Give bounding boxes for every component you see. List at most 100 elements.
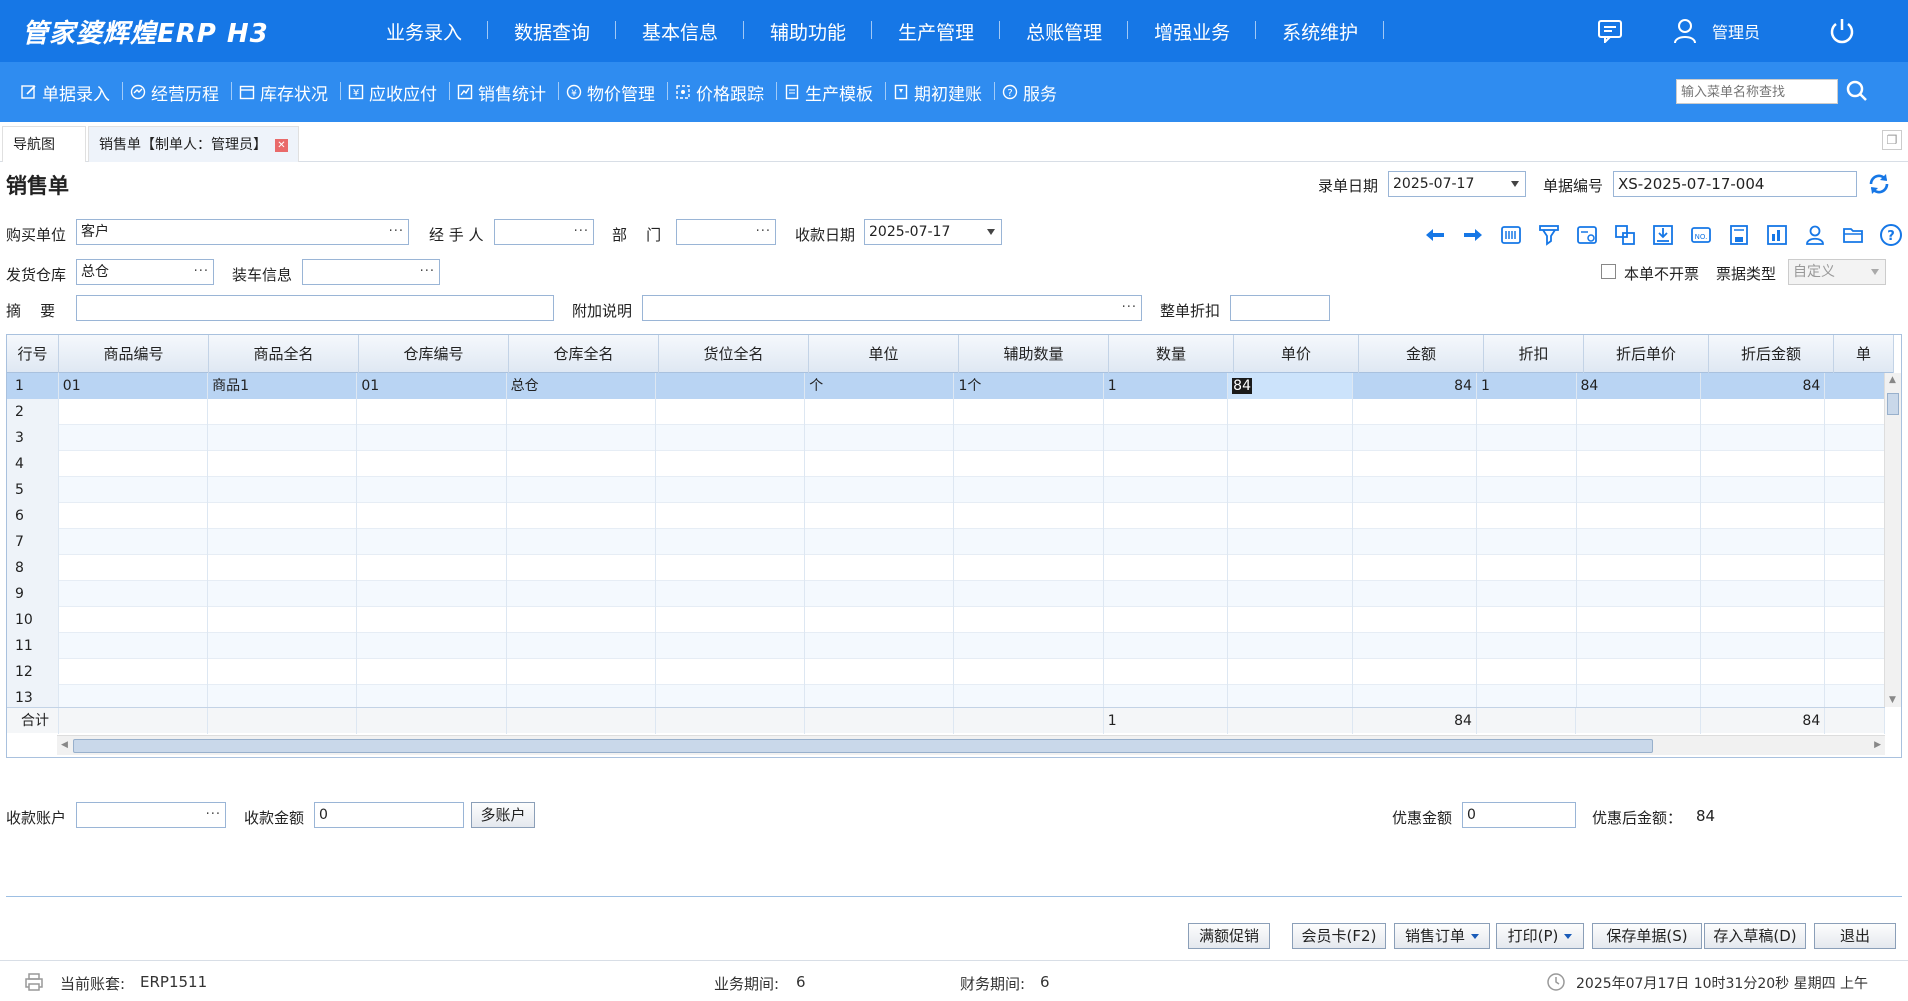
summary-field[interactable] — [76, 295, 554, 321]
barcode-icon[interactable] — [1496, 220, 1525, 249]
cell-unit-price[interactable] — [1228, 477, 1353, 503]
report-icon[interactable] — [1762, 220, 1791, 249]
quick-inventory[interactable]: 库存状况 — [232, 80, 341, 105]
copy-icon[interactable] — [1610, 220, 1639, 249]
cell-qty[interactable] — [1104, 581, 1229, 607]
extra-note-field[interactable]: ··· — [642, 295, 1142, 321]
cell-item-name[interactable] — [208, 659, 358, 685]
cell-qty[interactable] — [1104, 633, 1229, 659]
cell-item-code[interactable] — [59, 477, 209, 503]
cell-unit[interactable] — [805, 529, 955, 555]
cell-location[interactable] — [656, 555, 806, 581]
save-draft-button[interactable]: 存入草稿(D) — [1704, 923, 1806, 949]
cell-qty[interactable] — [1104, 659, 1229, 685]
cell-warehouse-name[interactable] — [507, 503, 656, 529]
member-card-button[interactable]: 会员卡(F2) — [1292, 923, 1386, 949]
cell-amount[interactable] — [1353, 555, 1477, 581]
topnav-ledger[interactable]: 总账管理 — [1000, 18, 1129, 45]
cell-more[interactable] — [1825, 529, 1886, 555]
arrow-left-icon[interactable] — [1420, 220, 1449, 249]
col-header-item-name[interactable]: 商品全名 — [209, 335, 359, 373]
cell-after-amount[interactable] — [1701, 503, 1826, 529]
cell-after-price[interactable] — [1577, 529, 1701, 555]
cell-unit[interactable] — [805, 581, 955, 607]
cell-amount[interactable] — [1353, 607, 1477, 633]
cell-discount[interactable] — [1477, 607, 1577, 633]
cell-qty[interactable] — [1104, 555, 1229, 581]
cell-amount[interactable]: 84 — [1352, 373, 1477, 399]
cell-more[interactable] — [1825, 659, 1886, 685]
cell-more[interactable] — [1825, 477, 1886, 503]
filter-icon[interactable] — [1534, 220, 1563, 249]
col-header-aux-qty[interactable]: 辅助数量 — [959, 335, 1109, 373]
user-name[interactable]: 管理员 — [1712, 19, 1760, 43]
cell-discount[interactable] — [1477, 477, 1577, 503]
quick-sales-stats[interactable]: 销售统计 — [450, 80, 559, 105]
cell-warehouse-code[interactable] — [357, 581, 507, 607]
cell-item-name[interactable] — [208, 581, 358, 607]
cell-after-amount[interactable] — [1701, 529, 1826, 555]
cell-item-name[interactable] — [208, 555, 358, 581]
quick-history[interactable]: 经营历程 — [123, 80, 232, 105]
col-header-after-price[interactable]: 折后单价 — [1584, 335, 1709, 373]
cell-unit[interactable] — [805, 399, 955, 425]
table-row[interactable]: 9 — [7, 581, 1886, 607]
arrow-right-icon[interactable] — [1458, 220, 1487, 249]
cell-amount[interactable] — [1353, 659, 1477, 685]
cell-warehouse-name[interactable] — [507, 555, 656, 581]
cell-item-name[interactable] — [208, 503, 358, 529]
table-row[interactable]: 7 — [7, 529, 1886, 555]
cell-warehouse-code[interactable] — [357, 529, 507, 555]
cell-more[interactable] — [1825, 503, 1886, 529]
cell-unit-price[interactable] — [1228, 503, 1353, 529]
more-icon[interactable]: ··· — [194, 260, 209, 284]
cell-warehouse-name[interactable] — [507, 607, 656, 633]
cell-aux-qty[interactable] — [954, 477, 1104, 503]
cell-location[interactable] — [656, 607, 806, 633]
cell-after-amount[interactable] — [1701, 581, 1826, 607]
topnav-production[interactable]: 生产管理 — [872, 18, 1001, 45]
cell-aux-qty[interactable] — [954, 555, 1104, 581]
batch-icon[interactable] — [1572, 220, 1601, 249]
cell-amount[interactable] — [1353, 529, 1477, 555]
cell-discount[interactable] — [1477, 451, 1577, 477]
cell-warehouse-name[interactable] — [507, 633, 656, 659]
person-icon[interactable] — [1800, 220, 1829, 249]
cell-qty[interactable] — [1104, 399, 1229, 425]
cell-more[interactable] — [1825, 607, 1886, 633]
horizontal-scrollbar[interactable]: ◀ ▶ — [57, 735, 1885, 755]
cell-more[interactable] — [1825, 555, 1886, 581]
cell-after-amount[interactable] — [1701, 451, 1826, 477]
cell-unit[interactable] — [805, 477, 955, 503]
cell-location[interactable] — [656, 477, 806, 503]
cell-location[interactable] — [656, 581, 806, 607]
quick-opening[interactable]: 期初建账 — [886, 80, 995, 105]
table-row[interactable]: 12 — [7, 659, 1886, 685]
cell-item-name[interactable] — [208, 477, 358, 503]
cell-warehouse-name[interactable] — [507, 529, 656, 555]
discount-amount-field[interactable]: 0 — [1462, 802, 1576, 828]
cell-warehouse-code[interactable] — [357, 607, 507, 633]
col-header-item-code[interactable]: 商品编号 — [59, 335, 209, 373]
cell-item-code[interactable] — [59, 425, 209, 451]
doc-no-field[interactable]: XS-2025-07-17-004 — [1613, 171, 1857, 197]
cell-after-price[interactable] — [1577, 555, 1701, 581]
col-header-unit[interactable]: 单位 — [809, 335, 959, 373]
cell-discount[interactable] — [1477, 425, 1577, 451]
cell-warehouse-code[interactable] — [357, 633, 507, 659]
horizontal-scroll-thumb[interactable] — [73, 739, 1653, 753]
cell-warehouse-name[interactable] — [507, 451, 656, 477]
cell-unit-price[interactable]: 84 — [1228, 373, 1353, 399]
cell-more[interactable] — [1825, 425, 1886, 451]
cell-more[interactable] — [1825, 399, 1886, 425]
whole-discount-field[interactable] — [1230, 295, 1330, 321]
cell-aux-qty[interactable] — [954, 451, 1104, 477]
vertical-scrollbar[interactable]: ▲ ▼ — [1884, 373, 1901, 707]
cell-after-price[interactable] — [1577, 425, 1701, 451]
import-icon[interactable] — [1648, 220, 1677, 249]
cell-unit-price[interactable] — [1228, 633, 1353, 659]
table-row[interactable]: 11 — [7, 633, 1886, 659]
cell-aux-qty[interactable] — [954, 659, 1104, 685]
cell-discount[interactable] — [1477, 555, 1577, 581]
cell-unit[interactable] — [805, 503, 955, 529]
